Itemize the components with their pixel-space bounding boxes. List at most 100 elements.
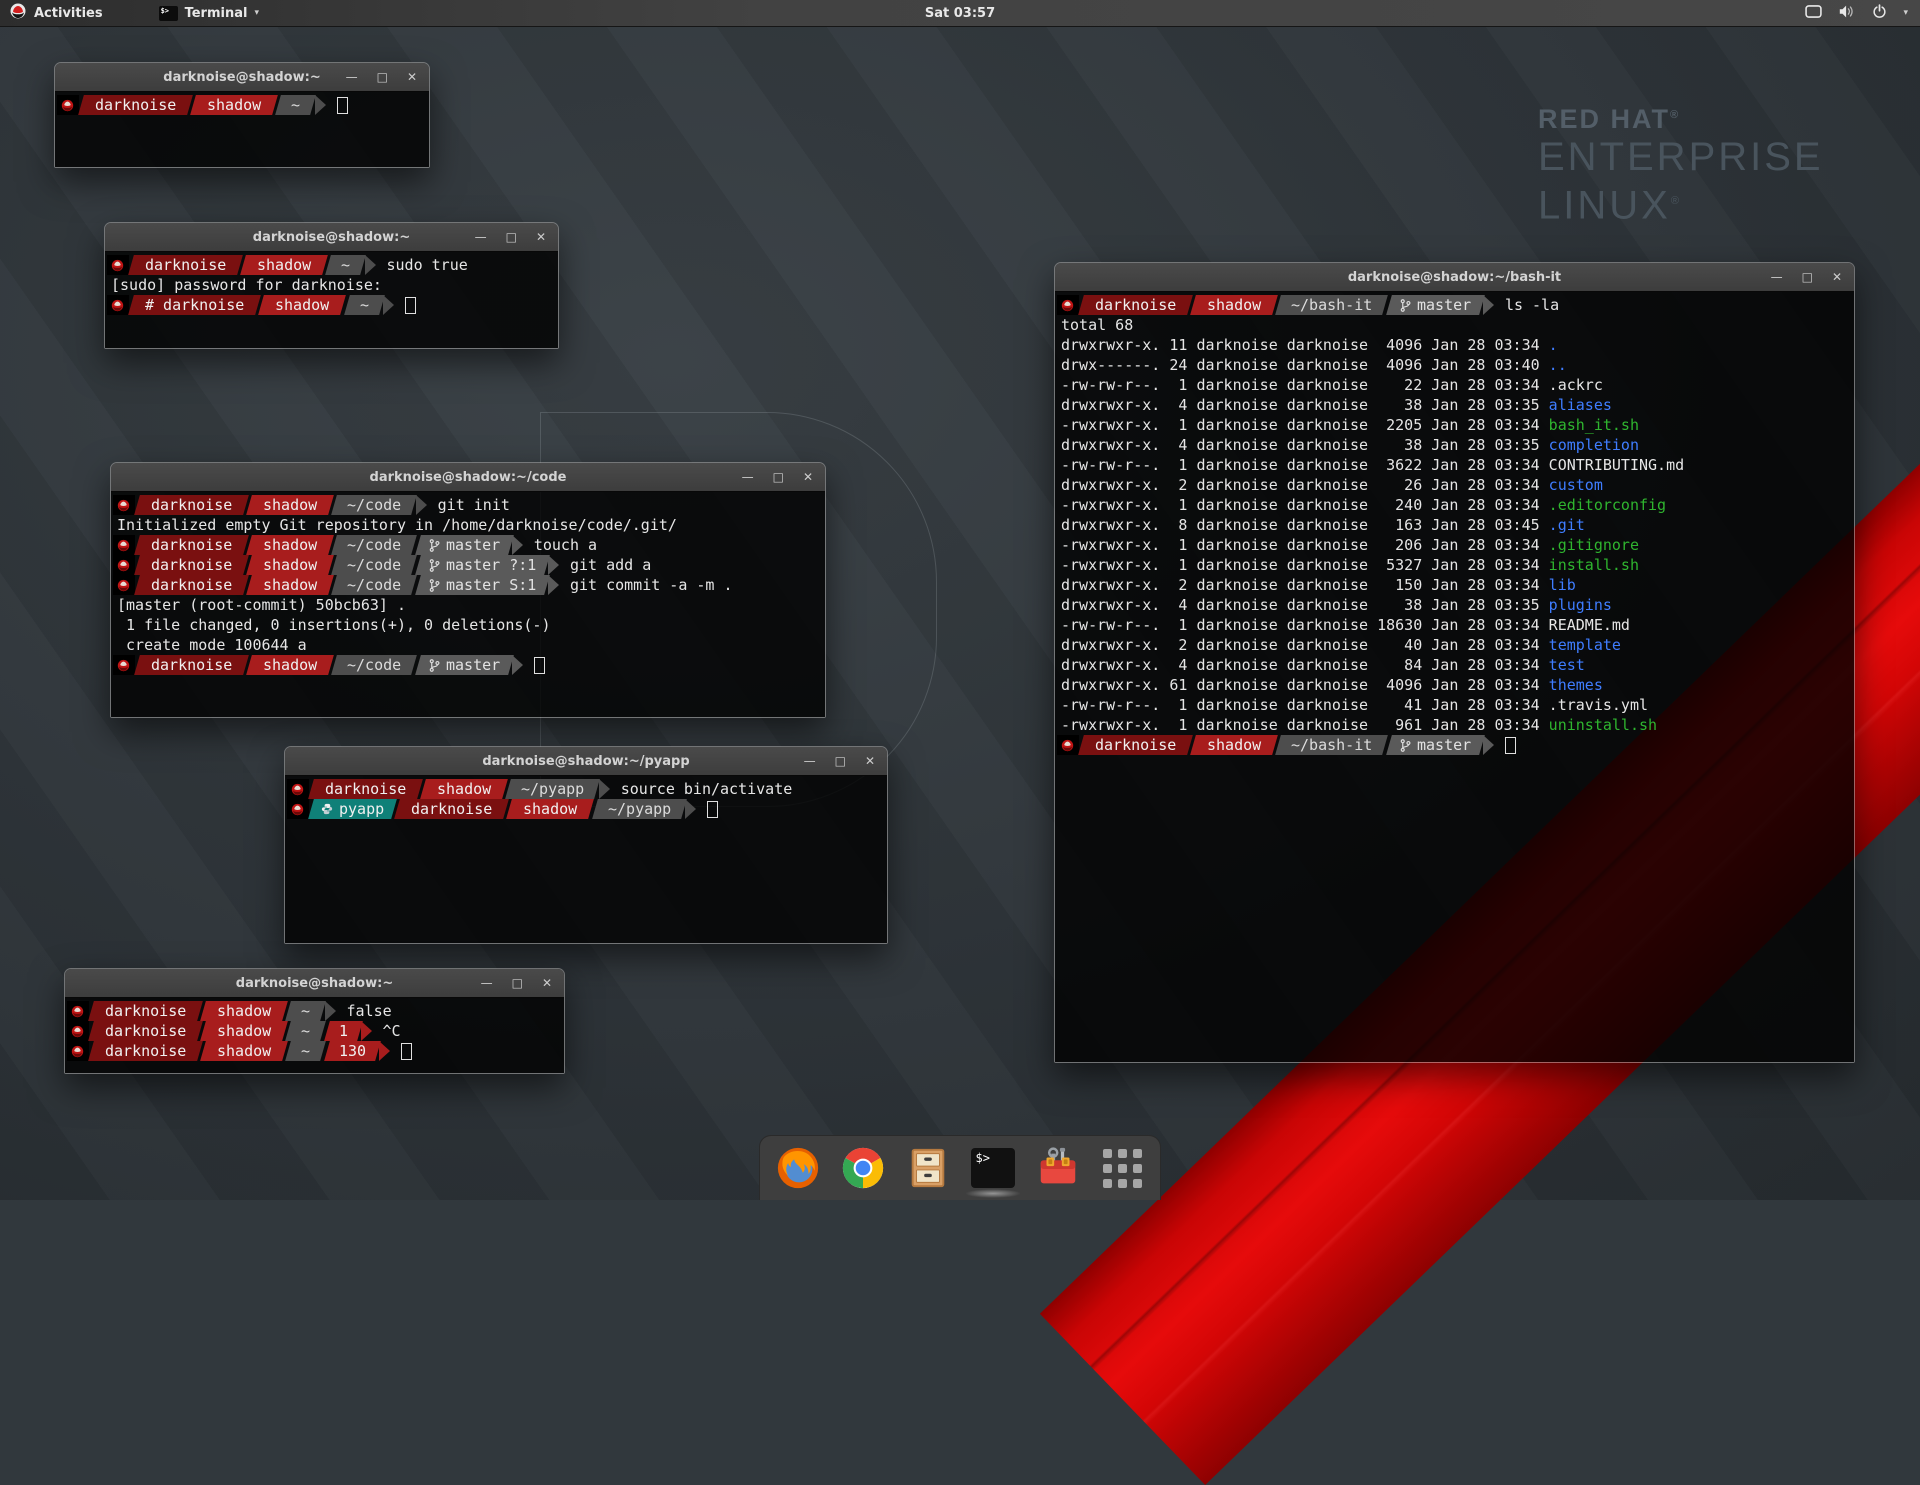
minimize-button[interactable]: — [804,747,816,775]
git-branch-icon [1400,299,1411,312]
minimize-button[interactable]: — [346,63,358,91]
terminal-icon-glyph: $> [971,1148,1015,1188]
git-branch-icon [429,559,440,572]
terminal-output-line: Initialized empty Git repository in /hom… [113,515,825,535]
titlebar[interactable]: darknoise@shadow:~—□✕ [65,969,564,998]
prompt-line: darknoiseshadow~false [67,1001,564,1021]
minimize-button[interactable]: — [742,463,754,491]
prompt-segment-path: ~ [276,95,317,115]
clock[interactable]: Sat 03:57 [925,6,995,21]
maximize-button[interactable]: □ [377,63,388,91]
prompt-segment-user: darknoise [78,95,193,115]
running-indicator [965,1189,1021,1198]
terminal-content[interactable]: darknoiseshadow~/bash-itmasterls -latota… [1055,291,1854,1062]
terminal-content[interactable]: darknoiseshadow~sudo true[sudo] password… [105,251,558,348]
prompt-segment-hat [107,255,129,275]
app-menu[interactable]: $> Terminal ▾ [159,6,259,21]
terminal-content[interactable]: darknoiseshadow~/pyappsource bin/activat… [285,775,887,943]
prompt-arrow [512,655,523,675]
close-button[interactable]: ✕ [542,969,552,997]
terminal-output-line: create mode 100644 a [113,635,825,655]
terminal-content[interactable]: darknoiseshadow~falsedarknoiseshadow~1^C… [65,997,564,1073]
maximize-button[interactable]: □ [835,747,846,775]
prompt-segment-branch: master S:1 [415,575,550,595]
app-grid-icon[interactable] [1099,1144,1147,1192]
file-name: custom [1549,476,1603,494]
terminal-icon[interactable]: $> [969,1144,1017,1192]
minimize-button[interactable]: — [1771,263,1783,291]
terminal-window-home-small: darknoise@shadow:~—□✕darknoiseshadow~ [54,62,430,168]
activities-button[interactable]: Activities [10,3,103,23]
redhat-icon [61,99,74,112]
files-icon[interactable] [904,1144,952,1192]
prompt-line: # darknoiseshadow~ [107,295,558,315]
file-name: lib [1549,576,1576,594]
prompt-segment-hat [113,535,135,555]
tray-chevron-down-icon[interactable]: ▾ [1903,8,1908,18]
file-name: plugins [1549,596,1612,614]
terminal-content[interactable]: darknoiseshadow~/codegit initInitialized… [111,491,825,717]
titlebar[interactable]: darknoise@shadow:~ — □ ✕ [105,223,558,252]
chrome-icon[interactable] [839,1144,887,1192]
command-text: git add a [570,555,651,575]
file-list-row: drwxrwxr-x. 2 darknoise darknoise 26 Jan… [1057,475,1854,495]
power-icon[interactable] [1872,4,1887,23]
prompt-arrow [379,1041,390,1061]
prompt-segment-host: shadow [200,1001,288,1021]
terminal-cursor [337,97,348,114]
close-button[interactable]: ✕ [407,63,417,91]
system-tray[interactable]: ▾ [1805,4,1920,23]
file-list-row: drwxrwxr-x. 4 darknoise darknoise 38 Jan… [1057,435,1854,455]
prompt-segment-path: ~ [286,1021,327,1041]
prompt-arrow [361,1021,372,1041]
redhat-icon [10,3,26,23]
volume-icon[interactable] [1838,4,1856,23]
titlebar[interactable]: darknoise@shadow:~—□✕ [55,63,429,92]
command-text: ls -la [1505,295,1559,315]
titlebar[interactable]: darknoise@shadow:~/code—□✕ [111,463,825,492]
redhat-icon [71,1005,84,1018]
file-list-row: drwxrwxr-x. 4 darknoise darknoise 38 Jan… [1057,595,1854,615]
file-name: .travis.yml [1549,696,1648,714]
file-list-row: drwx------. 24 darknoise darknoise 4096 … [1057,355,1854,375]
close-button[interactable]: ✕ [865,747,875,775]
prompt-segment-hat [67,1041,89,1061]
titlebar[interactable]: darknoise@shadow:~/pyapp—□✕ [285,747,887,776]
maximize-button[interactable]: □ [773,463,784,491]
prompt-segment-hat [1057,295,1079,315]
close-button[interactable]: ✕ [536,223,546,251]
prompt-segment-host: shadow [246,535,334,555]
file-name: . [1549,336,1558,354]
prompt-arrow [685,799,696,819]
prompt-segment-user: darknoise [134,655,249,675]
prompt-segment-branch: master [415,535,514,555]
prompt-segment-hat [287,799,309,819]
terminal-content[interactable]: darknoiseshadow~ [55,91,429,167]
file-name: bash_it.sh [1549,416,1639,434]
terminal-cursor [401,1043,412,1060]
close-button[interactable]: ✕ [803,463,813,491]
minimize-button[interactable]: — [475,223,487,251]
firefox-icon[interactable] [774,1144,822,1192]
prompt-segment-user: darknoise [134,555,249,575]
command-text: git commit -a -m . [570,575,733,595]
file-name: .editorconfig [1549,496,1666,514]
redhat-icon [117,539,130,552]
maximize-button[interactable]: □ [506,223,517,251]
toolbox-icon[interactable] [1034,1144,1082,1192]
prompt-segment-host: shadow [200,1041,288,1061]
minimize-button[interactable]: — [481,969,493,997]
close-button[interactable]: ✕ [1832,263,1842,291]
titlebar[interactable]: darknoise@shadow:~/bash-it—□✕ [1055,263,1854,292]
git-branch-icon [1400,739,1411,752]
redhat-icon [117,579,130,592]
prompt-segment-path: ~/code [332,575,418,595]
prompt-segment-branch: master [1386,735,1485,755]
file-name: CONTRIBUTING.md [1549,456,1684,474]
window-title: darknoise@shadow:~ [253,230,410,245]
screen-icon[interactable] [1805,5,1822,22]
prompt-segment-host: shadow [1190,295,1278,315]
dock: $> [759,1135,1161,1200]
maximize-button[interactable]: □ [512,969,523,997]
maximize-button[interactable]: □ [1802,263,1813,291]
